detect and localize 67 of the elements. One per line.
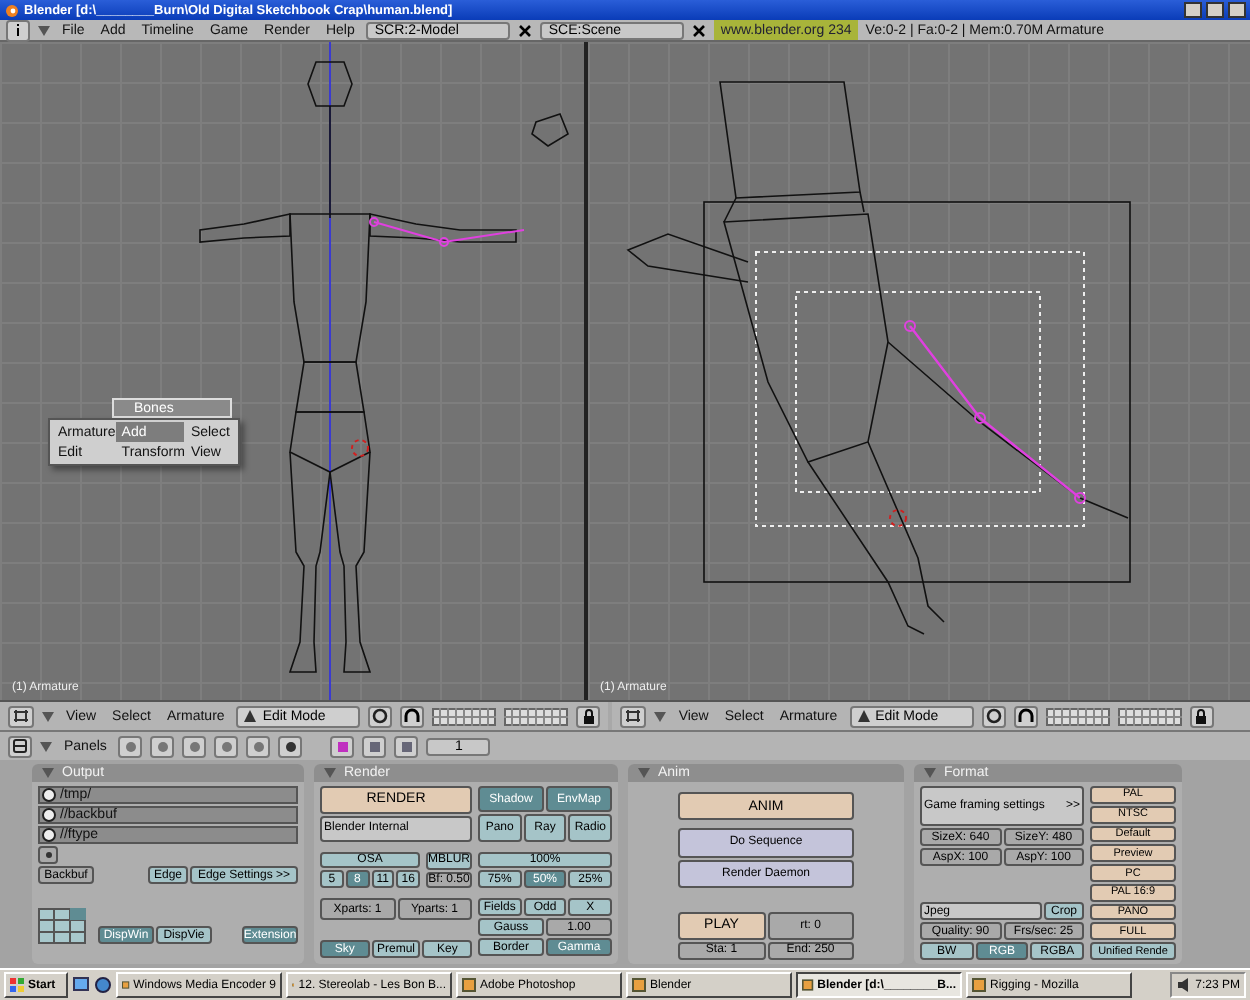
magnet-icon xyxy=(404,708,421,724)
pivot-button[interactable] xyxy=(368,705,393,727)
window-type-button[interactable] xyxy=(8,705,34,727)
layer-buttons-icon[interactable] xyxy=(504,707,569,725)
grid-icon xyxy=(624,708,643,724)
layer-buttons-icon[interactable] xyxy=(1045,707,1110,725)
lock-icon xyxy=(1194,708,1209,724)
arm-outline xyxy=(199,213,291,243)
maximize-icon[interactable] xyxy=(1206,2,1224,18)
context-icon xyxy=(155,739,170,753)
speaker-icon xyxy=(1175,978,1190,992)
lock-button[interactable] xyxy=(576,705,601,727)
context-icon xyxy=(251,739,266,753)
close-icon[interactable] xyxy=(518,23,533,37)
lock-icon xyxy=(581,708,596,724)
app-icon xyxy=(802,978,814,992)
dot-icon xyxy=(45,852,51,858)
sub-context-button[interactable] xyxy=(362,735,387,757)
manipulator-button[interactable] xyxy=(1013,705,1038,727)
context-button[interactable] xyxy=(278,735,303,757)
app-icon xyxy=(122,978,130,992)
sub-context-button[interactable] xyxy=(330,735,355,757)
context-icon xyxy=(283,739,298,753)
context-icon xyxy=(187,739,202,753)
triangle-icon[interactable] xyxy=(42,711,54,721)
triangle-icon[interactable] xyxy=(42,768,54,778)
grid-icon xyxy=(12,708,30,724)
close-icon[interactable] xyxy=(692,23,707,37)
triangle-icon[interactable] xyxy=(324,768,336,778)
triangle-icon[interactable] xyxy=(38,25,50,35)
info-button[interactable] xyxy=(6,19,30,41)
context-icon xyxy=(335,739,350,753)
display-grid-icon xyxy=(38,908,86,944)
cursor-icon xyxy=(351,439,369,457)
window-type-button[interactable] xyxy=(620,705,647,727)
cursor-icon xyxy=(889,509,907,527)
minimize-icon[interactable] xyxy=(1184,2,1202,18)
window-icon xyxy=(12,738,28,754)
window-type-button[interactable] xyxy=(8,735,32,757)
app-logo-icon xyxy=(4,2,20,18)
sub-context-button[interactable] xyxy=(394,735,419,757)
triangle-icon[interactable] xyxy=(40,741,52,751)
context-icon xyxy=(367,739,382,753)
close-icon[interactable] xyxy=(1228,2,1246,18)
app-icon xyxy=(632,978,646,992)
lock-button[interactable] xyxy=(1189,705,1214,727)
layer-buttons-icon[interactable] xyxy=(1117,707,1182,725)
triangle-icon[interactable] xyxy=(654,711,667,721)
layer-buttons-icon[interactable] xyxy=(432,707,497,725)
triangle-icon[interactable] xyxy=(638,768,650,778)
context-icon xyxy=(399,739,414,753)
browser-icon[interactable] xyxy=(94,976,112,994)
camera-icon xyxy=(531,113,569,147)
pivot-button[interactable] xyxy=(981,705,1006,727)
desktop-icon[interactable] xyxy=(72,976,90,994)
info-icon xyxy=(14,22,22,38)
triangle-icon xyxy=(857,710,870,722)
context-icon xyxy=(123,739,138,753)
windows-logo-icon xyxy=(10,978,24,992)
manipulator-button[interactable] xyxy=(400,705,425,727)
small-button[interactable] xyxy=(38,846,58,864)
app-icon xyxy=(972,978,986,992)
context-icon xyxy=(219,739,234,753)
triangle-icon[interactable] xyxy=(924,768,936,778)
app-icon xyxy=(462,978,476,992)
magnet-icon xyxy=(1017,708,1034,724)
triangle-icon xyxy=(244,710,257,722)
